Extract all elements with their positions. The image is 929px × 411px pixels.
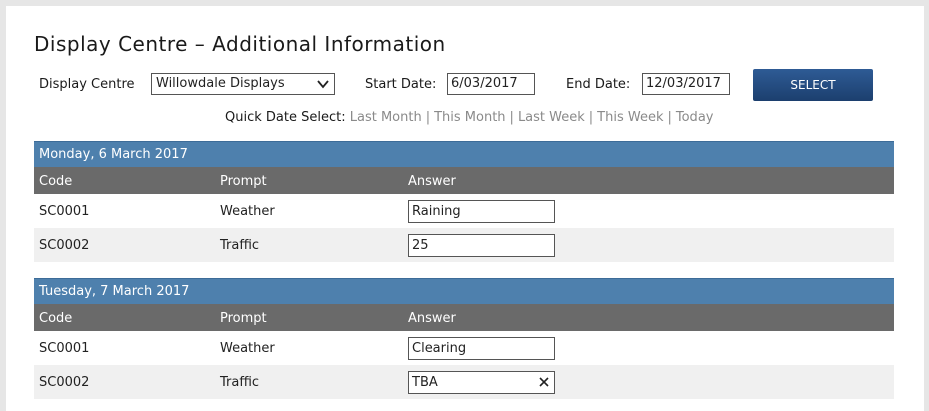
row-prompt: Weather: [220, 341, 275, 356]
table-row: SC0001 Weather Raining: [34, 194, 894, 228]
row-prompt: Traffic: [220, 375, 260, 390]
page-title: Display Centre – Additional Information: [34, 32, 446, 56]
end-date-input[interactable]: 12/03/2017: [642, 73, 730, 95]
row-code: SC0001: [39, 204, 90, 219]
display-centre-label: Display Centre: [39, 77, 135, 92]
separator: |: [509, 110, 514, 125]
quick-select-label: Quick Date Select:: [225, 110, 346, 125]
answer-input[interactable]: Raining: [408, 200, 555, 223]
column-header-answer: Answer: [408, 174, 456, 189]
answer-value: Raining: [412, 204, 461, 219]
day-section-monday: Monday, 6 March 2017 Code Prompt Answer …: [34, 141, 894, 262]
column-header-prompt: Prompt: [220, 311, 267, 326]
start-date-value: 6/03/2017: [451, 76, 518, 91]
column-header-row: Code Prompt Answer: [34, 304, 894, 331]
table-row: SC0002 Traffic 25: [34, 228, 894, 262]
answer-value: Clearing: [412, 341, 467, 356]
separator: |: [667, 110, 672, 125]
answer-value: 25: [412, 238, 429, 253]
chevron-down-icon: [317, 80, 329, 89]
display-centre-select[interactable]: Willowdale Displays: [151, 73, 335, 95]
row-prompt: Weather: [220, 204, 275, 219]
day-heading: Monday, 6 March 2017: [34, 141, 894, 167]
separator: |: [425, 110, 431, 125]
quick-link-this-week[interactable]: This Week: [597, 110, 663, 125]
answer-value: TBA: [412, 375, 438, 390]
row-code: SC0002: [39, 375, 90, 390]
column-header-answer: Answer: [408, 311, 456, 326]
table-row: SC0002 Traffic TBA: [34, 365, 894, 399]
day-section-tuesday: Tuesday, 7 March 2017 Code Prompt Answer…: [34, 278, 894, 399]
answer-input-active[interactable]: TBA: [408, 371, 555, 394]
quick-link-today[interactable]: Today: [676, 110, 714, 125]
separator: |: [588, 110, 594, 125]
quick-date-select: Quick Date Select: Last Month | This Month…: [225, 110, 713, 125]
select-button[interactable]: SELECT: [753, 69, 873, 101]
column-header-row: Code Prompt Answer: [34, 167, 894, 194]
end-date-label: End Date:: [566, 77, 631, 92]
quick-link-last-week[interactable]: Last Week: [518, 110, 585, 125]
quick-link-last-month[interactable]: Last Month: [350, 110, 422, 125]
day-heading: Tuesday, 7 March 2017: [34, 278, 894, 304]
display-centre-value: Willowdale Displays: [156, 76, 285, 91]
answer-input[interactable]: 25: [408, 234, 555, 257]
column-header-code: Code: [39, 311, 73, 326]
row-prompt: Traffic: [220, 238, 260, 253]
row-code: SC0001: [39, 341, 90, 356]
close-icon[interactable]: [538, 376, 550, 388]
column-header-prompt: Prompt: [220, 174, 267, 189]
table-row: SC0001 Weather Clearing: [34, 331, 894, 365]
start-date-label: Start Date:: [365, 77, 437, 92]
answer-input[interactable]: Clearing: [408, 337, 555, 360]
main-panel: Display Centre – Additional Information …: [6, 6, 924, 411]
start-date-input[interactable]: 6/03/2017: [447, 73, 535, 95]
column-header-code: Code: [39, 174, 73, 189]
row-code: SC0002: [39, 238, 90, 253]
end-date-value: 12/03/2017: [646, 76, 721, 91]
quick-link-this-month[interactable]: This Month: [434, 110, 505, 125]
